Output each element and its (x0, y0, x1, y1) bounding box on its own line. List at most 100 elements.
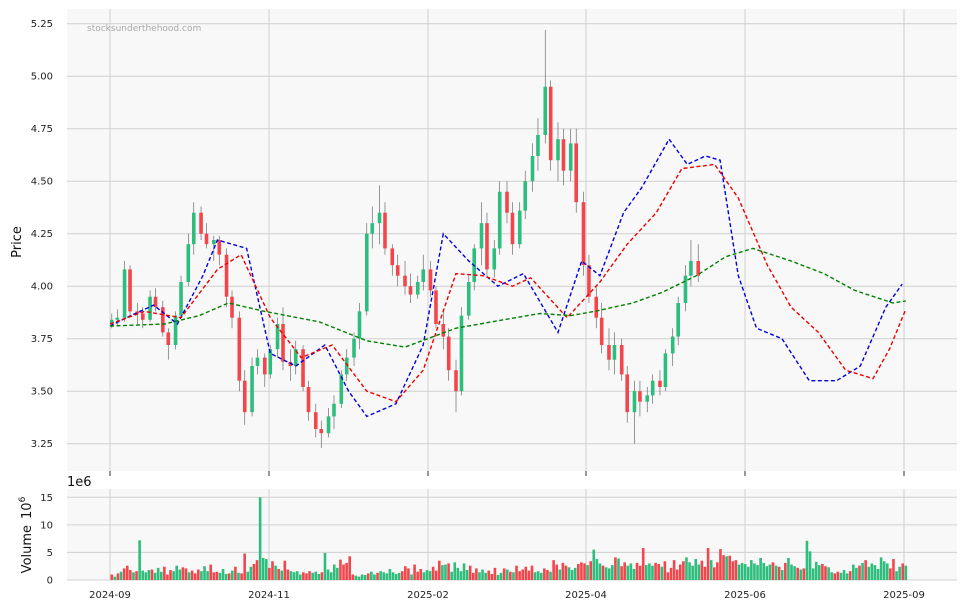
candle-down (581, 202, 586, 266)
candle-up (612, 345, 617, 360)
candle-down (217, 240, 222, 255)
volume-bar (478, 572, 481, 580)
volume-bar (169, 570, 172, 580)
volume-bar (351, 574, 355, 580)
volume-bar (848, 571, 852, 580)
volume-axis-exponent: 6 (18, 496, 28, 502)
price-tick-label: 5.00 (31, 72, 53, 83)
candle-down (510, 212, 515, 245)
volume-bar (496, 575, 500, 580)
price-tick-label: 4.50 (31, 177, 53, 188)
candle-up (332, 403, 336, 417)
volume-bar (555, 564, 559, 580)
volume-bar (799, 569, 803, 580)
volume-bar (873, 565, 877, 580)
volume-bar (750, 560, 753, 580)
volume-bar (326, 569, 330, 580)
candle-down (548, 86, 553, 161)
volume-bar (858, 565, 861, 580)
volume-bar (685, 557, 688, 580)
stock-chart: 3.25 3.50 3.75 4.00 4.25 4.50 4.75 5.00 5.25 sto… (10, 9, 957, 601)
volume-bar (666, 572, 670, 580)
candle-down (619, 345, 624, 375)
volume-bar (419, 568, 423, 580)
volume-bar (759, 557, 762, 580)
volume-bar (577, 564, 580, 580)
volume-bar (870, 563, 874, 580)
volume-bar (261, 557, 265, 580)
volume-bar (243, 553, 246, 580)
x-tick-label: 2024-09 (89, 590, 131, 601)
volume-bar (521, 569, 525, 580)
candle-up (556, 139, 560, 161)
volume-bar (163, 566, 166, 580)
candle-up (115, 317, 120, 320)
volume-bar (292, 572, 296, 580)
candle-down (408, 286, 413, 295)
volume-bar (543, 568, 546, 580)
volume-bar (302, 572, 305, 580)
volume-bar (895, 571, 898, 580)
volume-bar (623, 562, 626, 580)
volume-bar (814, 561, 818, 580)
volume-bar (808, 551, 812, 580)
volume-bar (716, 562, 719, 580)
candle-down (625, 374, 629, 413)
volume-bar (499, 572, 503, 580)
volume-bar (397, 572, 401, 580)
volume-bar (363, 575, 367, 580)
volume-bar (672, 560, 676, 580)
volume-bar (462, 563, 466, 580)
x-tick-label: 2025-06 (724, 590, 766, 601)
candle-up (568, 143, 573, 171)
volume-bar (410, 574, 413, 580)
volume-bar (709, 560, 713, 580)
volume-bar (601, 565, 605, 580)
candle-down (599, 317, 604, 345)
volume-bar (373, 574, 376, 580)
volume-bar (561, 562, 565, 580)
candle-up (663, 353, 668, 387)
volume-bar (453, 562, 457, 580)
volume-bar (450, 571, 453, 580)
candle-up (326, 416, 331, 434)
candle-up (650, 380, 655, 396)
volume-bar (682, 561, 685, 580)
volume-tick-label: 10 (40, 520, 53, 531)
volume-axis-title: Volume 106 (18, 496, 35, 573)
volume-bar (811, 568, 815, 580)
volume-bar (444, 564, 447, 580)
candle-up (370, 223, 375, 234)
volume-bar (376, 572, 379, 580)
volume-bar (645, 565, 648, 580)
volume-bar (552, 560, 555, 580)
volume-bar (842, 570, 846, 580)
volume-bar (879, 557, 883, 580)
volume-bar (224, 573, 228, 580)
candle-up (352, 338, 356, 358)
volume-bar (546, 570, 549, 580)
volume-bar (237, 572, 240, 580)
candle-down (224, 254, 229, 297)
volume-bar (861, 562, 864, 580)
volume-bar (339, 559, 342, 580)
volume-bar (740, 562, 744, 580)
volume-bar (277, 568, 280, 580)
volume-bar (129, 570, 132, 580)
volume-bar (768, 564, 772, 580)
volume-bar (867, 566, 871, 580)
volume-bar (669, 567, 673, 580)
volume-bar (231, 570, 234, 580)
volume-bar (295, 571, 299, 580)
price-tick-label: 3.50 (31, 387, 53, 398)
volume-bar (518, 571, 521, 580)
volume-bar (407, 568, 410, 580)
volume-bar (336, 567, 339, 580)
volume-bar (175, 565, 178, 580)
volume-bar (413, 564, 416, 580)
volume-bar (746, 566, 750, 580)
volume-bar (258, 497, 262, 580)
volume-bar (147, 570, 151, 580)
candle-up (517, 210, 522, 245)
price-y-axis: 3.25 3.50 3.75 4.00 4.25 4.50 4.75 5.00 5.25 (31, 19, 53, 450)
